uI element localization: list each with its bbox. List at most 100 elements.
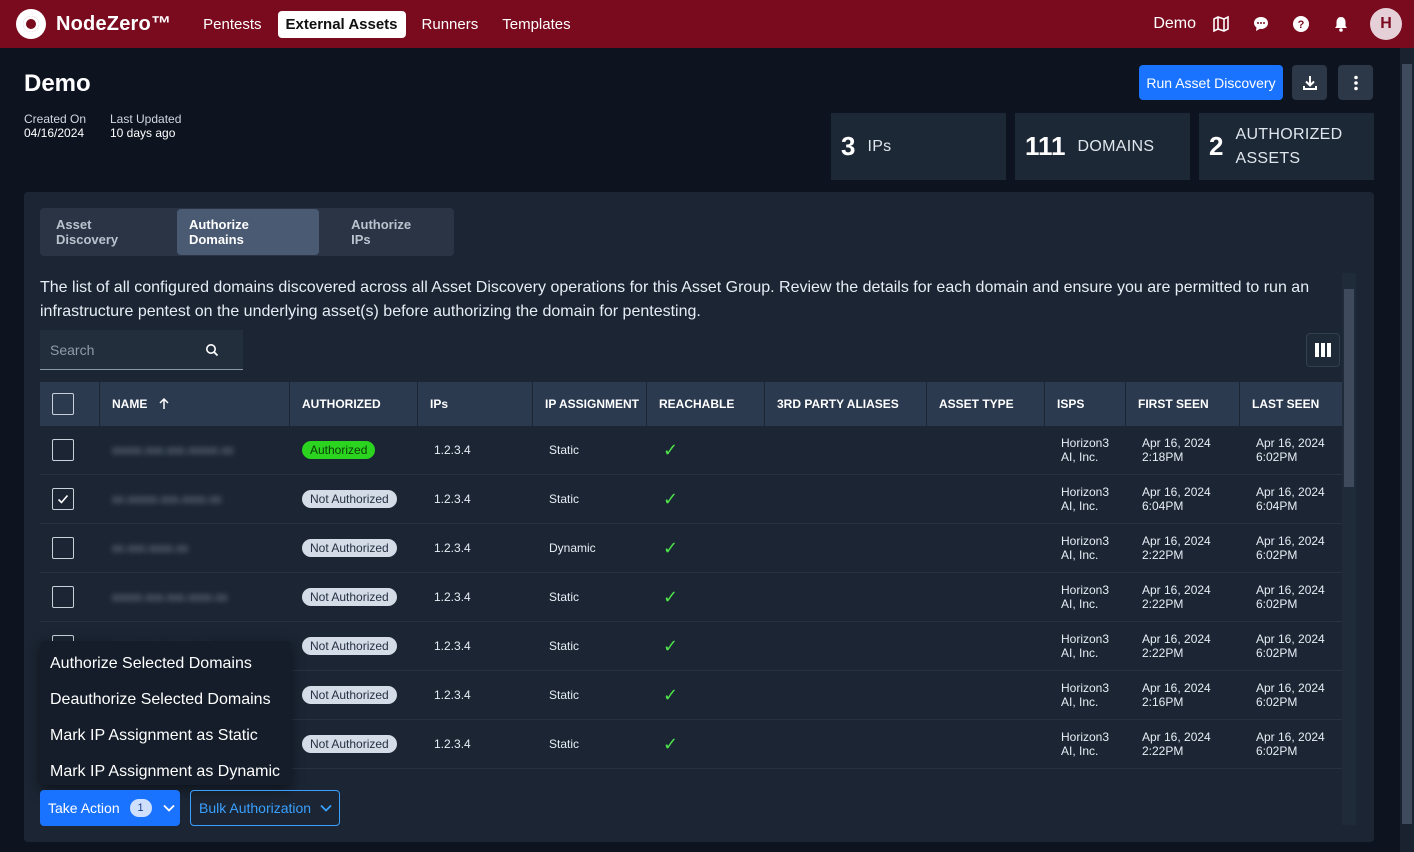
menu-mark-dynamic[interactable]: Mark IP Assignment as Dynamic — [40, 754, 291, 790]
row-checkbox[interactable] — [52, 586, 74, 608]
col-asset-type[interactable]: ASSET TYPE — [927, 382, 1045, 426]
last-seen-time: 6:02PM — [1256, 548, 1298, 562]
reachable-check-icon: ✓ — [663, 439, 679, 460]
col-ips[interactable]: IPs — [418, 382, 533, 426]
domain-name[interactable]: xxxxx.xxx.xxx.xxxx.xx — [112, 590, 227, 604]
tab-authorize-domains[interactable]: Authorize Domains — [176, 209, 320, 255]
first-seen-date: Apr 16, 2024 — [1142, 632, 1211, 646]
row-3rd-party-aliases — [765, 524, 927, 573]
table-row[interactable]: xxxxx.xxx.xxx.xxxxx.xx Authorized 1.2.3.4 S… — [40, 426, 1342, 475]
last-seen-time: 6:02PM — [1256, 744, 1298, 758]
table-scrollbar[interactable] — [1342, 273, 1356, 825]
domain-name[interactable]: xx.xxxxx.xxx.xxxx.xx — [112, 492, 221, 506]
row-ip-assignment: Static — [549, 688, 580, 702]
last-seen-date: Apr 16, 2024 — [1256, 534, 1325, 548]
logo[interactable]: NodeZero™ — [16, 9, 171, 39]
first-seen-date: Apr 16, 2024 — [1142, 485, 1211, 499]
menu-authorize-selected[interactable]: Authorize Selected Domains — [40, 646, 291, 682]
search-icon[interactable] — [205, 343, 219, 357]
col-authorized[interactable]: AUTHORIZED — [290, 382, 418, 426]
row-authorized: Not Authorized — [290, 671, 418, 720]
row-select-cell — [40, 475, 100, 524]
first-seen-time: 2:16PM — [1142, 695, 1184, 709]
download-icon — [1302, 75, 1317, 90]
row-name: xx.xxxxx.xxx.xxxx.xx — [100, 475, 290, 524]
first-seen-time: 2:22PM — [1142, 548, 1184, 562]
last-seen-time: 6:04PM — [1256, 499, 1298, 513]
table-row[interactable]: xx.xxx.xxxx.xx Not Authorized 1.2.3.4 Dynam… — [40, 524, 1342, 573]
row-first-seen: Apr 16, 2024 6:04PM — [1126, 475, 1240, 524]
description-text: The list of all configured domains disco… — [40, 279, 1310, 320]
last-seen-date: Apr 16, 2024 — [1256, 681, 1325, 695]
last-seen-date: Apr 16, 2024 — [1256, 485, 1325, 499]
row-asset-type — [927, 524, 1045, 573]
bell-icon[interactable] — [1330, 13, 1352, 35]
nav-external-assets[interactable]: External Assets — [277, 10, 406, 38]
row-first-seen: Apr 16, 2024 2:16PM — [1126, 671, 1240, 720]
last-seen-date: Apr 16, 2024 — [1256, 730, 1325, 744]
col-isps[interactable]: ISPS — [1045, 382, 1126, 426]
columns-button[interactable] — [1306, 333, 1340, 367]
run-asset-discovery-button[interactable]: Run Asset Discovery — [1139, 65, 1283, 100]
row-last-seen: Apr 16, 2024 6:02PM — [1240, 622, 1342, 671]
org-selector[interactable]: Demo — [1153, 15, 1196, 33]
updated-label: Last Updated — [110, 112, 182, 126]
page-scrollbar[interactable] — [1400, 48, 1414, 852]
row-checkbox[interactable] — [52, 488, 74, 510]
first-seen-time: 2:22PM — [1142, 744, 1184, 758]
row-authorized: Not Authorized — [290, 622, 418, 671]
tab-bar: Asset Discovery Authorize Domains Author… — [40, 208, 454, 256]
row-asset-type — [927, 622, 1045, 671]
tab-authorize-ips[interactable]: Authorize IPs — [339, 209, 446, 255]
row-ip-assignment: Static — [549, 737, 580, 751]
isp-line-2: AI, Inc. — [1061, 744, 1099, 758]
row-checkbox[interactable] — [52, 537, 74, 559]
row-reachable: ✓ — [647, 720, 765, 769]
stat-domains-value: 111 — [1025, 131, 1066, 161]
menu-deauthorize-selected[interactable]: Deauthorize Selected Domains — [40, 682, 291, 718]
col-last-seen[interactable]: LAST SEEN — [1240, 382, 1342, 426]
stat-authorized-label: AUTHORIZED ASSETS — [1235, 125, 1343, 167]
row-reachable: ✓ — [647, 622, 765, 671]
take-action-button[interactable]: Take Action 1 — [40, 790, 180, 826]
row-select-cell — [40, 573, 100, 622]
menu-mark-static[interactable]: Mark IP Assignment as Static — [40, 718, 291, 754]
col-ip-assignment[interactable]: IP ASSIGNMENT — [533, 382, 647, 426]
first-seen-date: Apr 16, 2024 — [1142, 436, 1211, 450]
domain-name[interactable]: xx.xxx.xxxx.xx — [112, 541, 188, 555]
row-3rd-party-aliases — [765, 671, 927, 720]
created-label: Created On — [24, 112, 87, 126]
table-row[interactable]: xx.xxxxx.xxx.xxxx.xx Not Authorized 1.2.3.… — [40, 475, 1342, 524]
search-input[interactable] — [40, 341, 205, 358]
isp-line-1: Horizon3 — [1061, 583, 1110, 597]
tab-asset-discovery[interactable]: Asset Discovery — [44, 209, 169, 255]
col-reachable[interactable]: REACHABLE — [647, 382, 765, 426]
user-avatar[interactable]: H — [1370, 8, 1402, 40]
updated-meta: Last Updated 10 days ago — [110, 112, 181, 140]
col-name[interactable]: NAME — [100, 382, 290, 426]
col-first-seen[interactable]: FIRST SEEN — [1126, 382, 1240, 426]
select-all-checkbox[interactable] — [52, 393, 74, 415]
last-seen-time: 6:02PM — [1256, 695, 1298, 709]
col-3rd-party-aliases[interactable]: 3RD PARTY ALIASES — [765, 382, 927, 426]
row-select-cell — [40, 524, 100, 573]
more-options-button[interactable] — [1338, 65, 1373, 100]
nav-templates[interactable]: Templates — [494, 11, 578, 38]
isp-line-2: AI, Inc. — [1061, 646, 1099, 660]
page-scrollbar-thumb[interactable] — [1402, 64, 1412, 824]
domain-name[interactable]: xxxxx.xxx.xxx.xxxxx.xx — [112, 443, 233, 457]
nav-runners[interactable]: Runners — [414, 11, 487, 38]
bulk-authorization-button[interactable]: Bulk Authorization — [190, 790, 340, 826]
nav-pentests[interactable]: Pentests — [195, 11, 269, 38]
row-checkbox[interactable] — [52, 439, 74, 461]
chevron-down-icon — [162, 804, 175, 812]
map-icon[interactable] — [1210, 13, 1232, 35]
table-row[interactable]: xxxxx.xxx.xxx.xxxx.xx Not Authorized 1.2.3… — [40, 573, 1342, 622]
row-3rd-party-aliases — [765, 622, 927, 671]
chat-icon[interactable] — [1250, 13, 1272, 35]
row-name: xxxxx.xxx.xxx.xxxxx.xx — [100, 426, 290, 475]
help-icon[interactable]: ? — [1290, 13, 1312, 35]
table-scrollbar-thumb[interactable] — [1344, 289, 1354, 487]
download-button[interactable] — [1292, 65, 1327, 100]
row-isps: Horizon3 AI, Inc. — [1045, 426, 1126, 475]
